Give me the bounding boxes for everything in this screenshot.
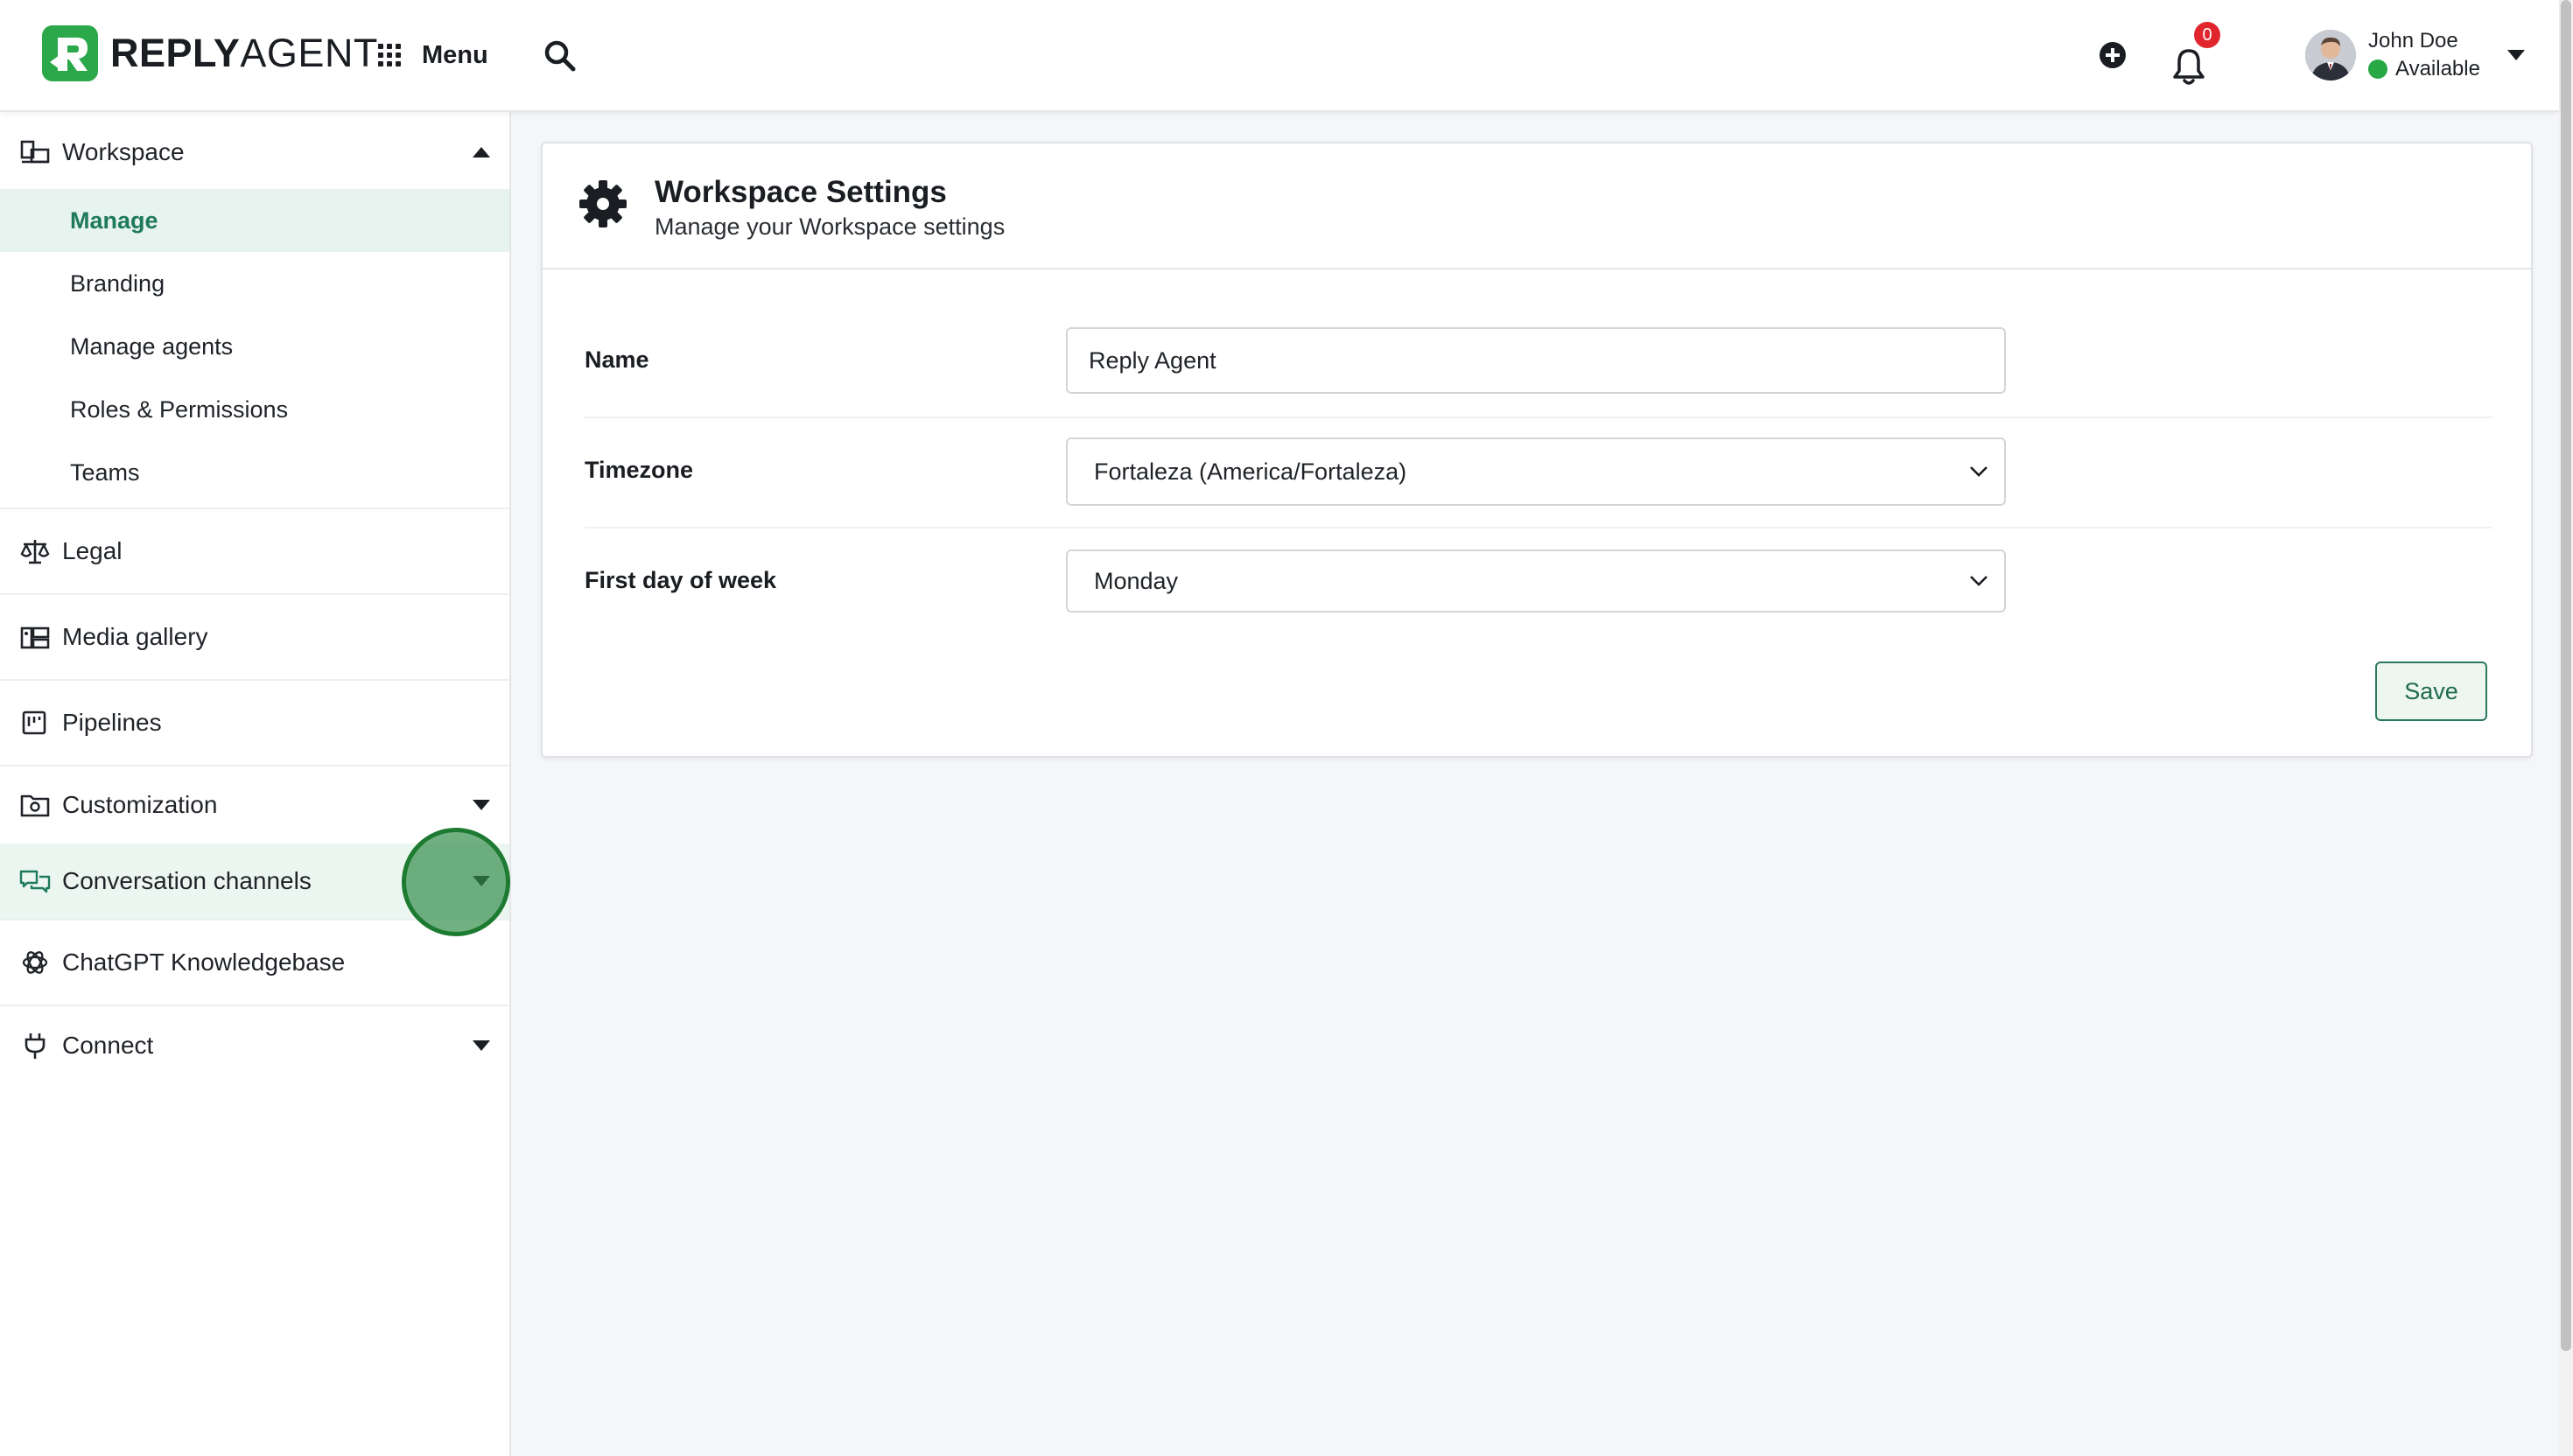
folder-gear-icon — [20, 794, 50, 817]
scale-icon — [20, 540, 50, 564]
sidebar-item-label: ChatGPT Knowledgebase — [62, 948, 346, 976]
page-title: Workspace Settings — [655, 175, 947, 209]
workspace-settings-card: Workspace Settings Manage your Workspace… — [541, 142, 2533, 758]
plug-icon — [25, 1033, 46, 1059]
sidebar-item-manage[interactable]: Manage — [0, 189, 509, 252]
notification-badge: 0 — [2194, 22, 2220, 48]
status-dot-icon — [2368, 60, 2387, 79]
brand-name-thin: AGENT — [240, 31, 378, 75]
pipeline-icon — [22, 710, 46, 735]
top-bar: REPLYAGENT Menu 0 John Doe Available — [0, 0, 2559, 112]
sidebar-item-label: Workspace — [62, 138, 185, 165]
gallery-icon — [20, 626, 50, 649]
sidebar-subitem-label: Manage agents — [70, 332, 234, 360]
user-info: John Doe Available — [2368, 27, 2480, 83]
menu-button[interactable]: Menu — [378, 35, 488, 75]
save-button[interactable]: Save — [2375, 662, 2487, 721]
form-row-timezone: Timezone Fortaleza (America/Fortaleza) — [585, 438, 2492, 506]
sidebar-item-chatgpt-knowledgebase[interactable]: ChatGPT Knowledgebase — [0, 920, 509, 1004]
sidebar-item-label: Pipelines — [62, 709, 162, 736]
name-label: Name — [585, 346, 649, 373]
sidebar-item-branding[interactable]: Branding — [0, 252, 509, 315]
chevron-up-icon — [473, 147, 490, 158]
sidebar-item-manage-agents[interactable]: Manage agents — [0, 315, 509, 378]
first-day-select[interactable]: Monday — [1066, 550, 2006, 612]
reply-agent-logo[interactable]: REPLYAGENT — [42, 25, 378, 81]
reply-agent-logo-icon — [42, 25, 98, 81]
brand-name: REPLYAGENT — [110, 31, 378, 76]
user-menu[interactable]: John Doe Available — [2305, 26, 2526, 84]
sidebar-subitem-label: Manage — [70, 206, 158, 234]
form-row-first-day: First day of week Monday — [585, 550, 2492, 612]
form-row-name: Name — [585, 327, 2492, 394]
chevron-down-icon — [1970, 466, 1988, 477]
first-day-value: Monday — [1094, 567, 1179, 594]
chevron-down-icon — [2506, 50, 2525, 60]
card-header: Workspace Settings Manage your Workspace… — [543, 144, 2531, 270]
sidebar-item-legal[interactable]: Legal — [0, 509, 509, 593]
first-day-label: First day of week — [585, 567, 777, 593]
form-divider — [585, 416, 2492, 418]
sidebar-item-conversation-channels[interactable]: Conversation channels — [0, 844, 509, 919]
bell-icon[interactable] — [2171, 47, 2206, 86]
sidebar-item-teams[interactable]: Teams — [0, 441, 509, 504]
timezone-select[interactable]: Fortaleza (America/Fortaleza) — [1066, 438, 2006, 506]
sidebar-item-workspace[interactable]: Workspace — [0, 116, 509, 189]
scrollbar-thumb[interactable] — [2561, 0, 2571, 1351]
chevron-down-icon — [473, 800, 490, 810]
name-input[interactable] — [1066, 327, 2006, 394]
sidebar-item-label: Legal — [62, 537, 123, 564]
avatar-image — [2305, 30, 2356, 80]
timezone-value: Fortaleza (America/Fortaleza) — [1094, 458, 1407, 485]
avatar — [2305, 30, 2356, 80]
chat-bubbles-icon — [19, 870, 51, 893]
brand-name-bold: REPLY — [110, 31, 241, 75]
chevron-down-icon — [1970, 576, 1988, 586]
chevron-down-icon — [473, 876, 490, 886]
user-status: Available — [2368, 55, 2480, 83]
search-icon[interactable] — [543, 38, 578, 74]
chevron-down-icon — [473, 1040, 490, 1051]
sidebar-subitem-label: Roles & Permissions — [70, 396, 289, 423]
sidebar-item-connect[interactable]: Connect — [0, 1006, 509, 1085]
sidebar-item-label: Connect — [62, 1032, 154, 1059]
sidebar-item-roles-permissions[interactable]: Roles & Permissions — [0, 378, 509, 441]
sidebar-item-customization[interactable]: Customization — [0, 766, 509, 844]
openai-icon — [22, 951, 48, 974]
sidebar: Workspace Manage Branding Manage agents … — [0, 112, 511, 1456]
timezone-label: Timezone — [585, 457, 694, 483]
sidebar-subitem-label: Teams — [70, 458, 140, 486]
form-divider — [585, 527, 2492, 528]
gear-icon — [579, 180, 627, 228]
sidebar-subitem-label: Branding — [70, 270, 165, 297]
sidebar-item-label: Media gallery — [62, 623, 208, 650]
sidebar-item-label: Conversation channels — [62, 867, 312, 894]
workspace-icon — [20, 140, 50, 164]
menu-label: Menu — [422, 40, 488, 69]
page-subtitle: Manage your Workspace settings — [655, 214, 1006, 240]
user-status-label: Available — [2395, 57, 2480, 80]
sidebar-item-media-gallery[interactable]: Media gallery — [0, 595, 509, 679]
sidebar-item-pipelines[interactable]: Pipelines — [0, 681, 509, 765]
plus-circle-icon[interactable] — [2099, 41, 2127, 69]
user-name: John Doe — [2368, 29, 2458, 52]
grid-icon — [378, 44, 401, 66]
sidebar-item-label: Customization — [62, 791, 218, 818]
